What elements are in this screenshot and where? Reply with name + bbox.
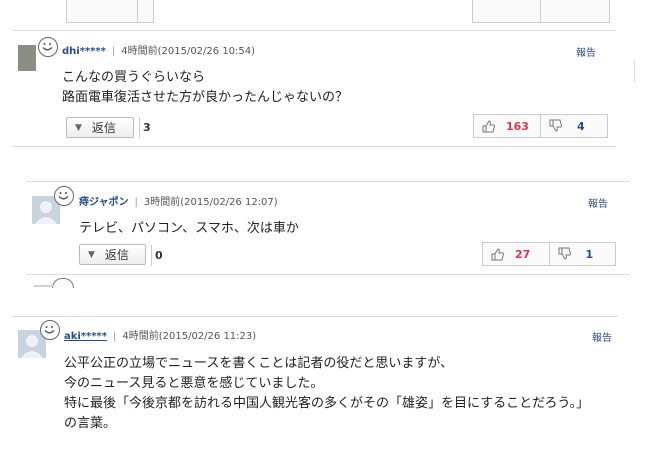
- thumbs-up-icon: [491, 248, 504, 261]
- report-link[interactable]: 報告: [576, 44, 596, 59]
- avatar-fragment: [34, 285, 54, 287]
- smiley-icon: [40, 320, 60, 340]
- vote-box: 163 4: [473, 114, 608, 138]
- like-button[interactable]: 163: [474, 115, 540, 137]
- divider: [634, 60, 635, 82]
- smiley-icon-fragment: [52, 278, 74, 288]
- username[interactable]: dhi*****: [62, 46, 106, 57]
- reply-button[interactable]: ▼ 返信: [66, 117, 134, 138]
- divider: [540, 0, 541, 22]
- comment-line: 路面電車復活させた方が良かったんじゃないの？: [62, 90, 349, 105]
- comment-line: 今のニュース見ると悪意を感じていました。: [64, 376, 324, 391]
- avatar[interactable]: [18, 45, 36, 71]
- divider: [12, 30, 616, 31]
- comment-meta: 痔ジャポン | 3時間前(2015/02/26 12:07): [79, 197, 278, 208]
- like-count: 163: [506, 119, 529, 133]
- comment-line: 公平公正の立場でニュースを書くことは記者の役だと思いますが、: [64, 356, 454, 371]
- reply-label: 返信: [91, 121, 116, 135]
- reply-button[interactable]: ▼ 返信: [79, 244, 146, 265]
- comment-body: 公平公正の立場でニュースを書くことは記者の役だと思いますが、 今のニュース見ると…: [64, 354, 589, 434]
- thumbs-up-icon: [482, 120, 495, 133]
- comment-line: テレビ、パソコン、スマホ、次は車か: [79, 221, 299, 236]
- dislike-count: 1: [585, 247, 594, 261]
- dislike-button[interactable]: 1: [548, 243, 616, 265]
- comment-meta: aki***** | 4時間前(2015/02/26 11:23): [64, 331, 257, 342]
- dislike-button[interactable]: 4: [540, 115, 607, 137]
- vote-box: 27 1: [482, 242, 616, 266]
- dislike-count: 4: [577, 119, 585, 133]
- comment-body: こんなの買うぐらいなら 路面電車復活させた方が良かったんじゃないの？: [62, 68, 348, 108]
- report-link[interactable]: 報告: [588, 195, 608, 210]
- comment-meta: dhi***** | 4時間前(2015/02/26 10:54): [62, 46, 256, 57]
- triangle-down-icon: ▼: [88, 249, 95, 260]
- divider: [26, 274, 630, 275]
- like-button[interactable]: 27: [483, 243, 549, 265]
- username[interactable]: 痔ジャポン: [79, 197, 129, 208]
- smiley-icon: [38, 37, 58, 57]
- report-link[interactable]: 報告: [592, 329, 612, 344]
- comment-line: の言葉。: [64, 416, 117, 431]
- comment-line: こんなの買うぐらいなら: [62, 70, 206, 85]
- thumbs-down-icon: [549, 119, 562, 132]
- comment-body: テレビ、パソコン、スマホ、次は車か: [79, 219, 299, 239]
- thumbs-down-icon: [558, 247, 571, 260]
- timestamp: 4時間前(2015/02/26 10:54): [121, 46, 256, 57]
- divider: [12, 316, 618, 317]
- divider: [26, 181, 630, 182]
- comment-line: 特に最後「今後京都を訪れる中国人観光客の多くがその「雄姿」を目にすることだろう。…: [64, 396, 590, 411]
- divider: [12, 146, 616, 147]
- smiley-icon: [54, 186, 74, 206]
- previous-vote-fragment: [472, 0, 610, 23]
- triangle-down-icon: ▼: [75, 122, 82, 133]
- reply-label: 返信: [104, 248, 129, 262]
- timestamp: 3時間前(2015/02/26 12:07): [143, 197, 278, 208]
- previous-count-fragment: [137, 0, 152, 22]
- like-count: 27: [515, 247, 531, 261]
- username[interactable]: aki*****: [64, 331, 107, 342]
- reply-count: 0: [151, 245, 163, 266]
- timestamp: 4時間前(2015/02/26 11:23): [122, 331, 257, 342]
- reply-count: 3: [139, 117, 151, 138]
